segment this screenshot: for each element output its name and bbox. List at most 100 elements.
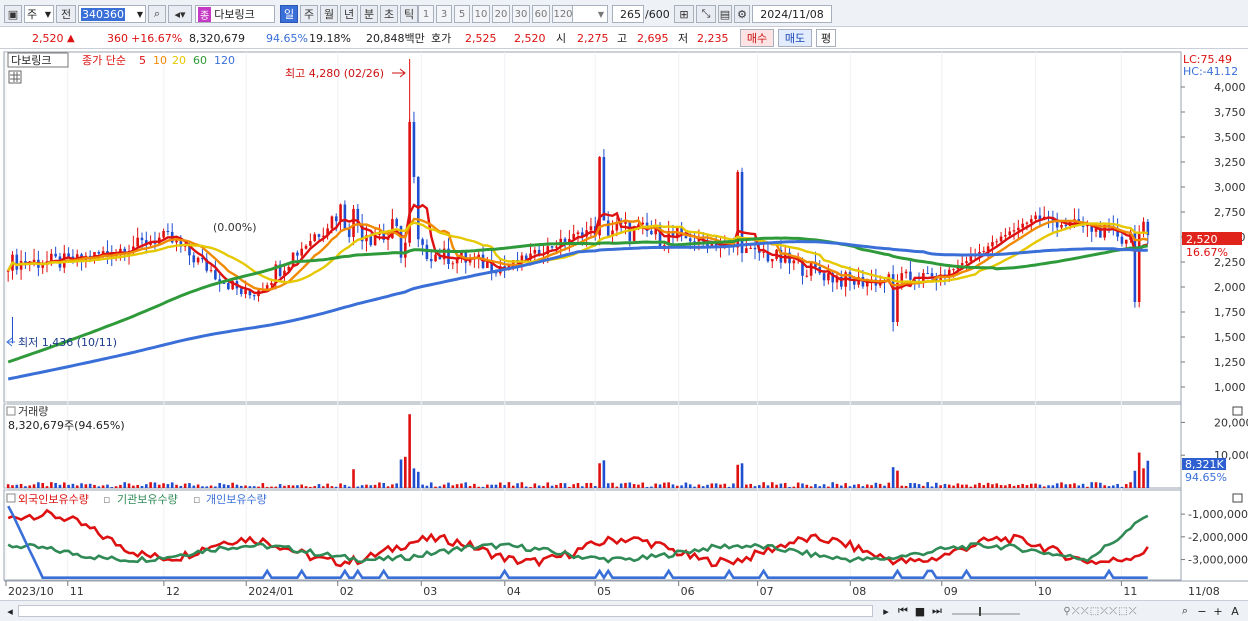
- interval-3[interactable]: 년: [340, 5, 358, 23]
- max-price-label: 최고 4,280 (02/26): [285, 67, 384, 80]
- stock-chart[interactable]: 4,0003,7503,5003,2503,0002,7502,5002,250…: [0, 50, 1248, 600]
- interval-5[interactable]: 초: [380, 5, 398, 23]
- period-type-select[interactable]: 주 ▼: [24, 5, 54, 23]
- stock-code-input[interactable]: 340360 ▼: [78, 5, 146, 23]
- candle-body: [930, 273, 934, 277]
- ma-legend-120: 120: [214, 54, 235, 67]
- minute-5[interactable]: 5: [454, 5, 470, 23]
- volume-bar: [559, 483, 563, 488]
- candle-body: [904, 271, 908, 274]
- volume-bar: [1029, 483, 1033, 488]
- horizontal-scrollbar[interactable]: [18, 605, 873, 617]
- minute-10[interactable]: 10: [472, 5, 490, 23]
- volume-bar: [283, 485, 286, 488]
- candle-body: [969, 256, 973, 262]
- minute-20[interactable]: 20: [492, 5, 510, 23]
- sell-button[interactable]: 매도: [778, 29, 812, 47]
- drawing-tools[interactable]: ⚲⤫⤫⬚⤫⤫⬚⤫: [1028, 603, 1173, 619]
- volume-bar: [399, 459, 403, 488]
- candle-body: [749, 247, 752, 249]
- chart-settings-icon[interactable]: ▣: [4, 5, 22, 23]
- volume-bar: [714, 483, 718, 488]
- interval-4[interactable]: 분: [360, 5, 378, 23]
- volume-bar: [874, 482, 878, 488]
- average-button[interactable]: 평: [816, 29, 836, 47]
- x-tick-label: 11: [70, 585, 84, 598]
- volume-bar: [585, 483, 588, 488]
- speaker-icon[interactable]: ◂▾: [168, 5, 192, 23]
- interval-6[interactable]: 틱: [400, 5, 418, 23]
- volume-bar: [783, 482, 787, 488]
- table-icon[interactable]: [8, 70, 22, 84]
- interval-0[interactable]: 일: [280, 5, 298, 23]
- volume-bar: [740, 463, 744, 488]
- minute-3[interactable]: 3: [436, 5, 452, 23]
- rewind-icon[interactable]: ⏮: [895, 603, 911, 619]
- volume-bar: [1068, 484, 1072, 488]
- candle-body: [1124, 239, 1128, 244]
- candle-body: [1012, 230, 1016, 232]
- volume-bar: [291, 485, 295, 488]
- forward-icon[interactable]: ⏭: [929, 603, 945, 619]
- price-tick-label: 1,750: [1214, 306, 1246, 319]
- high-price: 2,695: [637, 31, 669, 45]
- period-type-value: 주: [27, 8, 38, 21]
- grid-icon[interactable]: ⊞: [674, 5, 694, 23]
- candle-body: [1142, 221, 1145, 233]
- volume-bar: [416, 471, 420, 488]
- volume-bar: [145, 484, 148, 488]
- search-icon[interactable]: ⌕: [148, 5, 166, 23]
- volume-bar: [352, 469, 355, 488]
- volume-bar: [1073, 483, 1076, 488]
- volume-bar: [54, 483, 57, 488]
- prev-button[interactable]: 전: [56, 5, 76, 23]
- volume-bar: [490, 484, 493, 488]
- panel-collapse-icon[interactable]: [6, 493, 16, 503]
- volume-bar: [1021, 483, 1024, 488]
- scroll-left-icon[interactable]: ◂: [4, 603, 16, 619]
- volume-bar: [568, 486, 571, 488]
- chart-area[interactable]: 4,0003,7503,5003,2503,0002,7502,5002,250…: [0, 50, 1248, 600]
- panel-close-icon[interactable]: [1232, 493, 1243, 503]
- minute-dropdown[interactable]: ▼: [572, 5, 608, 23]
- buy-button[interactable]: 매수: [740, 29, 774, 47]
- count-input[interactable]: 265: [612, 5, 644, 23]
- date-input[interactable]: 2024/11/08: [752, 5, 832, 23]
- volume-bar: [779, 483, 783, 488]
- zoom-slider[interactable]: [950, 603, 1022, 619]
- candle-body: [606, 220, 610, 236]
- interval-2[interactable]: 월: [320, 5, 338, 23]
- volume-bar: [909, 483, 912, 488]
- volume-bar: [546, 482, 550, 488]
- candle-body: [304, 245, 308, 249]
- plus-icon[interactable]: +: [1212, 603, 1224, 619]
- candle-body: [753, 247, 757, 250]
- panel-close-icon[interactable]: [1232, 406, 1243, 416]
- candle-body: [239, 288, 243, 294]
- play-icon[interactable]: ▸: [879, 603, 893, 619]
- save-icon[interactable]: ▤: [718, 5, 732, 23]
- zoom-icon[interactable]: ⤡: [696, 5, 716, 23]
- candle-body: [637, 224, 640, 227]
- stock-name-field[interactable]: 종 다보링크: [195, 5, 275, 23]
- minute-30[interactable]: 30: [512, 5, 530, 23]
- minus-icon[interactable]: −: [1196, 603, 1208, 619]
- volume-bar: [1120, 486, 1124, 488]
- candle-body: [175, 240, 178, 243]
- volume-bar: [684, 482, 688, 488]
- legend-separator: ▫: [103, 493, 110, 506]
- volume-bar: [710, 483, 714, 488]
- gear-icon[interactable]: ⚙: [734, 5, 750, 23]
- high-label: 고: [617, 32, 628, 45]
- text-tool-icon[interactable]: A: [1228, 603, 1242, 619]
- volume-bar: [481, 486, 485, 488]
- minute-120[interactable]: 120: [552, 5, 574, 23]
- zoom-out-icon[interactable]: ⌕: [1178, 603, 1192, 619]
- volume-bar: [248, 486, 252, 488]
- panel-collapse-icon[interactable]: [6, 406, 16, 416]
- stop-icon[interactable]: ■: [913, 603, 927, 619]
- minute-60[interactable]: 60: [532, 5, 550, 23]
- interval-1[interactable]: 주: [300, 5, 318, 23]
- minute-1[interactable]: 1: [418, 5, 434, 23]
- volume-bar: [455, 484, 459, 488]
